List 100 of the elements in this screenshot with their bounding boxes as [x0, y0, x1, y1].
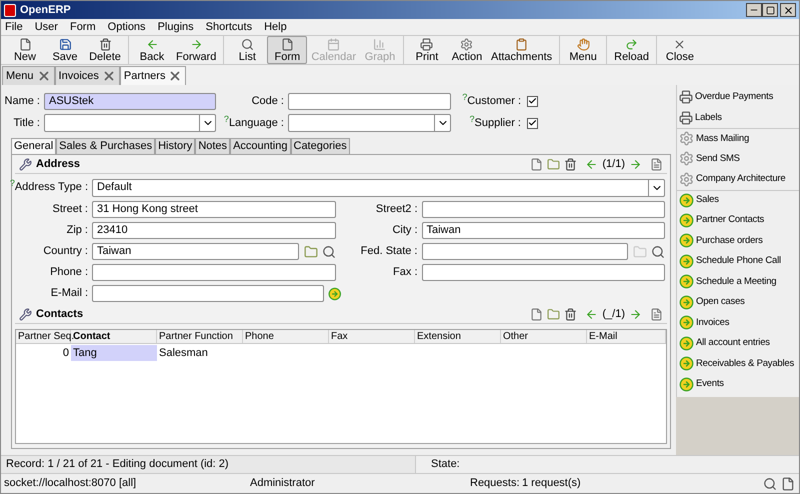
sidebar-item[interactable]: Schedule a Meeting: [677, 272, 799, 292]
close-icon[interactable]: [102, 69, 116, 83]
toolbar-button[interactable]: Forward: [172, 36, 220, 64]
menu-item[interactable]: User: [34, 18, 58, 36]
sidebar-item[interactable]: Events: [677, 374, 799, 394]
minimize-button[interactable]: [746, 3, 762, 17]
toolbar-button[interactable]: List: [227, 36, 268, 64]
close-icon[interactable]: [168, 69, 182, 83]
toolbar-button[interactable]: Close: [660, 36, 700, 64]
email-field[interactable]: [92, 285, 324, 302]
toolbar-button[interactable]: Back: [132, 36, 172, 64]
text-field[interactable]: Taiwan: [422, 222, 665, 239]
text-field[interactable]: [92, 264, 336, 281]
select-field[interactable]: [288, 114, 451, 132]
folder-icon[interactable]: [304, 244, 318, 258]
field-label: E-Mail :: [50, 286, 89, 302]
tab[interactable]: Invoices: [54, 66, 120, 85]
trash-icon[interactable]: [564, 158, 578, 171]
menu-item[interactable]: Form: [70, 18, 96, 36]
text-field[interactable]: [422, 243, 628, 260]
column-header[interactable]: Other: [501, 330, 587, 343]
tab[interactable]: Menu: [2, 66, 55, 85]
menu-item[interactable]: File: [5, 18, 23, 36]
toolbar-button[interactable]: Reload: [610, 36, 653, 64]
search-icon[interactable]: [763, 476, 777, 490]
tools-icon: [19, 308, 32, 321]
column-header[interactable]: Contact: [71, 330, 157, 343]
toolbar-button[interactable]: Menu: [563, 36, 604, 64]
menu-item[interactable]: Help: [264, 18, 287, 36]
search-icon[interactable]: [651, 244, 665, 258]
select-field[interactable]: Default: [92, 178, 665, 196]
column-header[interactable]: E-Mail: [587, 330, 666, 343]
tab[interactable]: Categories: [290, 138, 350, 154]
close-icon[interactable]: [36, 69, 51, 83]
sidebar-item[interactable]: All account entries: [677, 333, 799, 354]
record-counter: (1/1): [602, 157, 625, 172]
document-icon[interactable]: [781, 476, 795, 490]
column-header[interactable]: Phone: [243, 330, 329, 343]
tab-label: Partners: [124, 68, 166, 84]
sidebar-item[interactable]: Partner Contacts: [677, 210, 799, 230]
new-record-icon[interactable]: [530, 158, 544, 171]
toolbar-button[interactable]: Attachments: [486, 36, 556, 64]
sidebar-item[interactable]: Schedule Phone Call: [677, 251, 799, 272]
toolbar-button[interactable]: New: [5, 36, 45, 64]
sidebar-item[interactable]: Send SMS: [677, 148, 799, 169]
tab[interactable]: Partners: [120, 66, 186, 85]
tab[interactable]: Accounting: [230, 138, 290, 154]
text-field[interactable]: [288, 92, 451, 110]
document-icon[interactable]: [650, 308, 663, 321]
tab[interactable]: General: [11, 138, 56, 154]
field-label: Customer :: [467, 94, 521, 109]
sidebar-item[interactable]: Receivables & Payables: [677, 354, 799, 374]
sidebar-item[interactable]: Invoices: [677, 312, 799, 333]
sidebar-item[interactable]: Mass Mailing: [677, 128, 799, 148]
sidebar-item[interactable]: Purchase orders: [677, 230, 799, 251]
menu-item[interactable]: Plugins: [158, 18, 194, 36]
text-field[interactable]: ASUStek: [44, 92, 216, 110]
text-field[interactable]: Taiwan: [92, 243, 298, 260]
table-cell: Tang: [71, 345, 157, 361]
column-header[interactable]: Extension: [415, 330, 501, 343]
select-field[interactable]: [44, 114, 216, 132]
menu-item[interactable]: Shortcuts: [206, 18, 252, 36]
document-icon[interactable]: [650, 158, 663, 171]
menu-item[interactable]: Options: [108, 18, 146, 36]
text-field[interactable]: 23410: [92, 222, 336, 239]
close-button[interactable]: [780, 3, 796, 17]
arrow-right-icon: [679, 233, 694, 248]
text-field[interactable]: 31 Hong Kong street: [92, 201, 336, 218]
checkbox[interactable]: [527, 96, 538, 106]
text-field[interactable]: [422, 201, 665, 218]
arrow-right-icon[interactable]: [629, 158, 642, 171]
toolbar-button[interactable]: Action: [446, 36, 487, 64]
toolbar-button[interactable]: Delete: [85, 36, 125, 64]
tab[interactable]: Notes: [195, 138, 230, 154]
sidebar-item[interactable]: Open cases: [677, 292, 799, 312]
toolbar-button[interactable]: Form: [267, 36, 308, 64]
arrow-right-icon: [679, 254, 694, 269]
checkbox[interactable]: [527, 118, 538, 128]
maximize-button[interactable]: [762, 3, 778, 17]
tab[interactable]: Sales & Purchases: [56, 138, 156, 154]
toolbar-button[interactable]: Print: [406, 36, 447, 64]
tab[interactable]: History: [155, 138, 196, 154]
trash-icon[interactable]: [564, 308, 578, 321]
search-icon[interactable]: [322, 244, 336, 258]
new-record-icon[interactable]: [530, 308, 544, 321]
text-field[interactable]: [422, 264, 665, 281]
sidebar-item[interactable]: Labels: [677, 108, 799, 128]
column-header[interactable]: Partner Function: [157, 330, 243, 343]
sidebar-item[interactable]: Overdue Payments: [677, 87, 799, 108]
sidebar-item[interactable]: Sales: [677, 190, 799, 210]
sidebar-item[interactable]: Company Architecture: [677, 169, 799, 190]
arrow-left-icon[interactable]: [585, 158, 598, 171]
trash-icon: [98, 38, 112, 50]
arrow-right-icon: [679, 336, 694, 351]
column-header[interactable]: Partner Seq.: [16, 330, 71, 343]
arrow-right-icon[interactable]: [629, 308, 642, 321]
column-header[interactable]: Fax: [329, 330, 415, 343]
arrow-right-icon[interactable]: [328, 286, 342, 300]
arrow-left-icon[interactable]: [585, 308, 598, 321]
toolbar-button[interactable]: Save: [45, 36, 85, 64]
